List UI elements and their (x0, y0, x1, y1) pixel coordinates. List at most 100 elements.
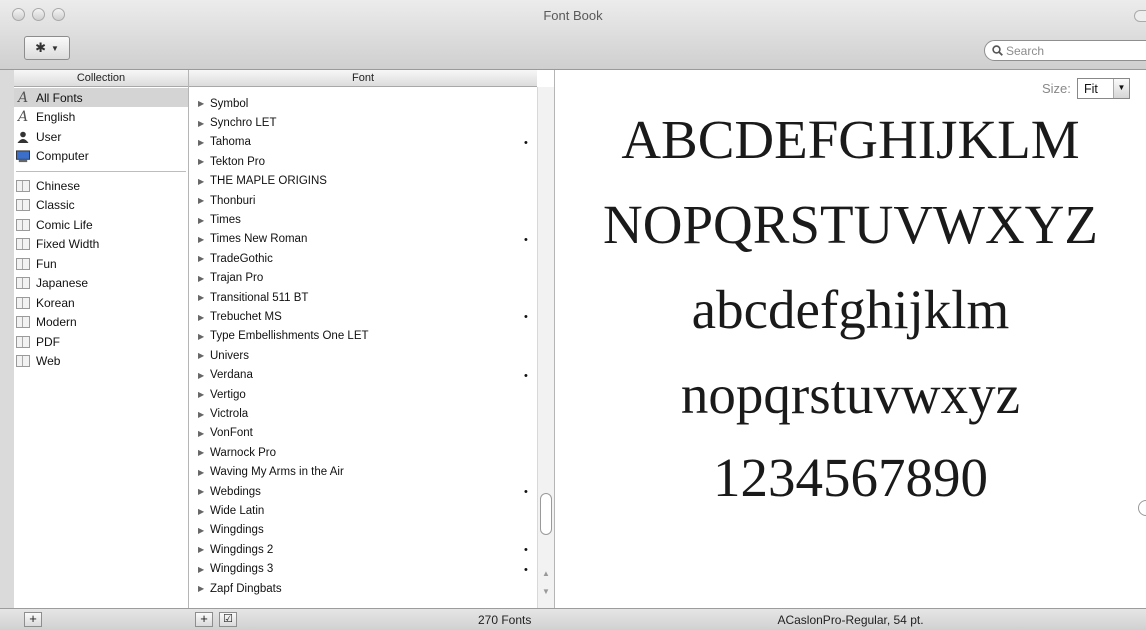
disclosure-triangle-icon[interactable]: ▶ (198, 390, 210, 399)
collection-icon (16, 237, 30, 251)
font-list-item[interactable]: ▶ VonFont (189, 424, 537, 443)
collection-icon (16, 276, 30, 290)
collection-item[interactable]: Modern (14, 313, 188, 332)
disclosure-triangle-icon[interactable]: ▶ (198, 157, 210, 166)
font-name: Type Embellishments One LET (210, 330, 369, 343)
collection-item[interactable]: Classic (14, 196, 188, 215)
font-list-item[interactable]: ▶ Tahoma • (189, 133, 537, 152)
font-column-header[interactable]: Font (189, 70, 537, 87)
resize-handle[interactable] (1138, 500, 1146, 516)
font-list-item[interactable]: ▶ Waving My Arms in the Air (189, 463, 537, 482)
collection-item[interactable]: Japanese (14, 274, 188, 293)
font-list-item[interactable]: ▶ Trajan Pro (189, 269, 537, 288)
font-list-item[interactable]: ▶ Times New Roman • (189, 230, 537, 249)
disclosure-triangle-icon[interactable]: ▶ (198, 545, 210, 554)
computer-icon (16, 149, 30, 163)
toolbar-toggle-button[interactable] (1134, 10, 1146, 22)
font-name: VonFont (210, 427, 253, 440)
collection-item[interactable]: User (14, 127, 188, 146)
disclosure-triangle-icon[interactable]: ▶ (198, 468, 210, 477)
font-list-item[interactable]: ▶ Trebuchet MS • (189, 307, 537, 326)
collection-item[interactable]: Chinese (14, 176, 188, 195)
window-toolbar: Font Book ✱ ▼ Search (0, 0, 1146, 70)
font-name: Wingdings (210, 524, 264, 537)
font-pane: Font ▶ Symbol ▶ Synchro LET ▶ Tahoma • ▶ Tekton … (189, 70, 555, 608)
disclosure-triangle-icon[interactable]: ▶ (198, 235, 210, 244)
font-name: Victrola (210, 408, 249, 421)
disclosure-triangle-icon[interactable]: ▶ (198, 565, 210, 574)
font-list-item[interactable]: ▶ Wingdings 2 • (189, 540, 537, 559)
disclosure-triangle-icon[interactable]: ▶ (198, 371, 210, 380)
disclosure-triangle-icon[interactable]: ▶ (198, 138, 210, 147)
collection-item[interactable]: Web (14, 352, 188, 371)
disclosure-triangle-icon[interactable]: ▶ (198, 448, 210, 457)
enable-font-button[interactable]: ☑ (219, 612, 237, 627)
size-select[interactable]: Fit ▼ (1077, 78, 1130, 99)
collection-item[interactable]: PDF (14, 332, 188, 351)
disclosure-triangle-icon[interactable]: ▶ (198, 313, 210, 322)
font-list-item[interactable]: ▶ Victrola (189, 404, 537, 423)
disclosure-triangle-icon[interactable]: ▶ (198, 216, 210, 225)
font-list-item[interactable]: ▶ Wingdings 3 • (189, 560, 537, 579)
disclosure-triangle-icon[interactable]: ▶ (198, 507, 210, 516)
font-list-item[interactable]: ▶ Symbol (189, 94, 537, 113)
collection-item[interactable]: A All Fonts (14, 88, 188, 107)
disclosure-triangle-icon[interactable]: ▶ (198, 293, 210, 302)
font-list-item[interactable]: ▶ Zapf Dingbats (189, 579, 537, 598)
disclosure-triangle-icon[interactable]: ▶ (198, 487, 210, 496)
collection-column-header[interactable]: Collection (14, 70, 188, 87)
collection-icon (16, 296, 30, 310)
font-list-item[interactable]: ▶ Univers (189, 346, 537, 365)
font-name: Trebuchet MS (210, 311, 282, 324)
font-list-item[interactable]: ▶ Webdings • (189, 482, 537, 501)
font-name: Vertigo (210, 388, 246, 401)
disclosure-triangle-icon[interactable]: ▶ (198, 177, 210, 186)
disclosure-triangle-icon[interactable]: ▶ (198, 584, 210, 593)
dropdown-arrow-icon: ▼ (1113, 79, 1129, 98)
font-list-item[interactable]: ▶ Type Embellishments One LET (189, 327, 537, 346)
font-list-item[interactable]: ▶ Tekton Pro (189, 152, 537, 171)
collection-item[interactable]: Fun (14, 254, 188, 273)
disclosure-triangle-icon[interactable]: ▶ (198, 332, 210, 341)
search-field[interactable]: Search (984, 40, 1146, 61)
font-list-item[interactable]: ▶ Times (189, 210, 537, 229)
disclosure-triangle-icon[interactable]: ▶ (198, 274, 210, 283)
action-menu-button[interactable]: ✱ ▼ (24, 36, 70, 60)
disclosure-triangle-icon[interactable]: ▶ (198, 254, 210, 263)
scroll-up-arrow[interactable]: ▲ (542, 569, 550, 578)
font-list-item[interactable]: ▶ THE MAPLE ORIGINS (189, 172, 537, 191)
collection-item[interactable]: Fixed Width (14, 235, 188, 254)
font-list-scrollbar[interactable]: ▲ ▼ (537, 87, 554, 608)
disclosure-triangle-icon[interactable]: ▶ (198, 526, 210, 535)
font-list-item[interactable]: ▶ Synchro LET (189, 113, 537, 132)
disclosure-triangle-icon[interactable]: ▶ (198, 351, 210, 360)
collection-icon (16, 198, 30, 212)
font-name: Zapf Dingbats (210, 582, 282, 595)
disclosure-triangle-icon[interactable]: ▶ (198, 429, 210, 438)
scroll-down-arrow[interactable]: ▼ (542, 587, 550, 596)
font-list-item[interactable]: ▶ Verdana • (189, 366, 537, 385)
collection-item-label: Web (36, 354, 61, 368)
font-list-item[interactable]: ▶ Wingdings (189, 521, 537, 540)
font-list-item[interactable]: ▶ Thonburi (189, 191, 537, 210)
font-list-item[interactable]: ▶ Warnock Pro (189, 443, 537, 462)
disclosure-triangle-icon[interactable]: ▶ (198, 99, 210, 108)
collection-item[interactable]: Computer (14, 147, 188, 166)
disclosure-triangle-icon[interactable]: ▶ (198, 410, 210, 419)
duplicate-indicator-icon: • (524, 136, 528, 149)
collection-item[interactable]: Korean (14, 293, 188, 312)
font-list-item[interactable]: ▶ Vertigo (189, 385, 537, 404)
collection-item[interactable]: Comic Life (14, 215, 188, 234)
collection-item-label: PDF (36, 334, 60, 349)
add-collection-button[interactable]: + (24, 612, 42, 627)
font-name: Symbol (210, 97, 249, 110)
scrollbar-thumb[interactable] (540, 493, 552, 535)
add-font-button[interactable]: + (195, 612, 213, 627)
font-name: THE MAPLE ORIGINS (210, 175, 327, 188)
font-list-item[interactable]: ▶ TradeGothic (189, 249, 537, 268)
disclosure-triangle-icon[interactable]: ▶ (198, 119, 210, 128)
font-list-item[interactable]: ▶ Wide Latin (189, 501, 537, 520)
disclosure-triangle-icon[interactable]: ▶ (198, 196, 210, 205)
font-list-item[interactable]: ▶ Transitional 511 BT (189, 288, 537, 307)
collection-item[interactable]: A English (14, 108, 188, 127)
